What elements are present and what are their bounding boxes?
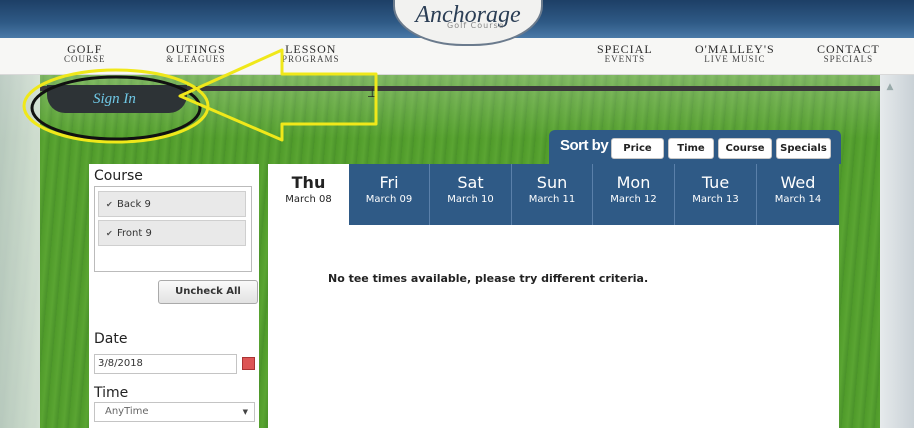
day-date: March 12	[610, 194, 657, 205]
day-date: March 10	[447, 194, 494, 205]
nav-label: SPECIAL	[597, 42, 653, 56]
tee-times-panel: Thu March 08 Fri March 09 Sat March 10 S…	[268, 164, 839, 428]
scroll-up-icon[interactable]: ▲	[883, 82, 897, 96]
day-tab-fri[interactable]: Fri March 09	[349, 164, 430, 225]
right-margin	[880, 75, 914, 428]
course-title: Course	[94, 168, 143, 184]
checkbox-checked-icon[interactable]: ✔	[106, 201, 114, 209]
chevron-down-icon: ▼	[242, 408, 248, 416]
sort-time-button[interactable]: Time	[668, 138, 714, 159]
course-option-front-9[interactable]: ✔ Front 9	[98, 220, 246, 246]
sort-course-button[interactable]: Course	[718, 138, 772, 159]
day-name: Sun	[536, 173, 568, 192]
calendar-icon[interactable]	[242, 357, 255, 370]
nav-omalleys-live-music[interactable]: O'MALLEY'S LIVE MUSIC	[695, 42, 775, 64]
sort-specials-button[interactable]: Specials	[776, 138, 831, 159]
course-option-label: Front 9	[117, 228, 152, 239]
day-name: Fri	[379, 173, 399, 192]
nav-sublabel: EVENTS	[604, 54, 646, 64]
checkbox-checked-icon[interactable]: ✔	[106, 230, 114, 238]
day-tab-thu[interactable]: Thu March 08	[268, 164, 349, 225]
course-option-back-9[interactable]: ✔ Back 9	[98, 191, 246, 217]
day-date: March 14	[774, 194, 822, 205]
sort-bar: Sort by Price Time Course Specials	[549, 130, 841, 164]
no-results-message: No tee times available, please try diffe…	[328, 272, 649, 285]
day-date: March 11	[528, 194, 576, 205]
nav-sublabel: LIVE MUSIC	[704, 54, 766, 64]
sort-label: Sort by	[560, 137, 609, 154]
time-select[interactable]: AnyTime ▼	[94, 402, 255, 422]
nav-contact-specials[interactable]: CONTACT SPECIALS	[817, 42, 880, 64]
day-tab-sun[interactable]: Sun March 11	[512, 164, 593, 225]
nav-golf-course[interactable]: GOLF COURSE	[64, 42, 106, 64]
date-title: Date	[94, 331, 128, 347]
time-select-value: AnyTime	[105, 406, 149, 417]
date-field[interactable]: 3/8/2018	[94, 354, 237, 374]
nav-sublabel: COURSE	[64, 54, 106, 64]
day-date: March 09	[365, 194, 413, 205]
day-tab-mon[interactable]: Mon March 12	[593, 164, 675, 225]
course-list: ✔ Back 9 ✔ Front 9	[94, 186, 252, 272]
sort-price-button[interactable]: Price	[611, 138, 664, 159]
nav-label: CONTACT	[817, 42, 880, 56]
uncheck-all-button[interactable]: Uncheck All	[158, 280, 258, 304]
nav-special-events[interactable]: SPECIAL EVENTS	[597, 42, 653, 64]
nav-label: O'MALLEY'S	[695, 42, 775, 56]
day-name: Tue	[701, 173, 730, 192]
nav-label: GOLF	[67, 42, 103, 56]
day-name: Wed	[780, 173, 816, 192]
filter-sidebar: Course ✔ Back 9 ✔ Front 9 Uncheck All Date…	[89, 164, 259, 428]
nav-sublabel: SPECIALS	[823, 54, 874, 64]
day-date: March 13	[692, 194, 739, 205]
day-tab-wed[interactable]: Wed March 14	[757, 164, 839, 225]
annotation-arrow-icon	[178, 48, 378, 142]
day-name: Thu	[291, 173, 326, 192]
day-tab-tue[interactable]: Tue March 13	[675, 164, 757, 225]
day-name: Sat	[457, 173, 484, 192]
course-option-label: Back 9	[117, 199, 151, 210]
day-tab-sat[interactable]: Sat March 10	[430, 164, 512, 225]
day-name: Mon	[616, 173, 651, 192]
day-date: March 08	[285, 194, 332, 205]
logo-subtitle: Golf Course	[447, 21, 505, 30]
time-title: Time	[94, 385, 129, 401]
